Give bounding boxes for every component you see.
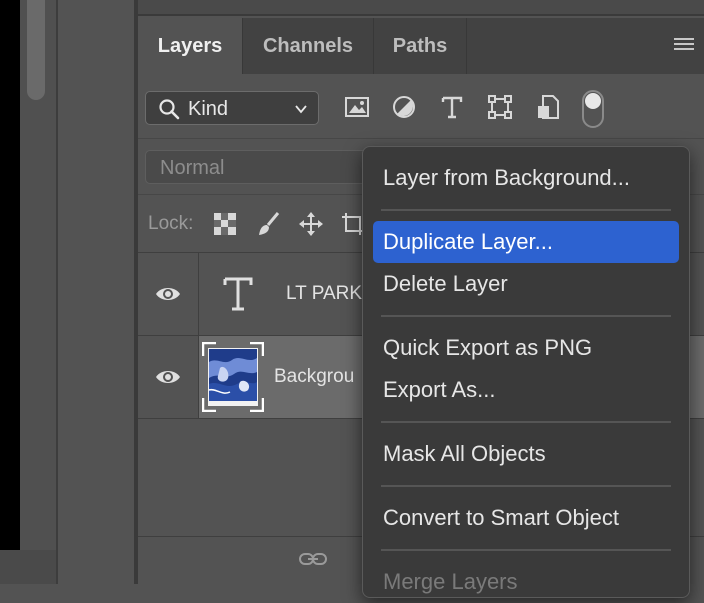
blend-mode-label: Normal [160, 157, 225, 179]
type-filter-icon[interactable] [437, 92, 467, 122]
menu-separator [381, 421, 671, 423]
menu-separator [381, 209, 671, 211]
status-area [0, 550, 56, 584]
lock-transparent-pixels-icon[interactable] [212, 211, 238, 237]
adjustment-filter-icon[interactable] [389, 92, 419, 122]
layer-thumbnail[interactable] [202, 342, 264, 412]
panel-gutter [58, 0, 134, 584]
search-icon [159, 99, 180, 120]
layer-name[interactable]: LT PARK [286, 253, 362, 335]
layer-filter-row: Kind [138, 74, 704, 138]
smart-object-filter-icon[interactable] [533, 92, 563, 122]
lock-label: Lock: [148, 213, 194, 234]
tab-paths[interactable]: Paths [374, 18, 466, 74]
chevron-down-icon [295, 105, 307, 114]
panel-menu-icon[interactable] [674, 38, 694, 52]
layer-context-menu: Layer from Background... Duplicate Layer… [362, 146, 690, 598]
image-filter-icon[interactable] [342, 92, 372, 122]
tab-separator [466, 18, 467, 74]
lock-position-icon[interactable] [298, 211, 324, 237]
canvas-edge [0, 0, 20, 584]
menu-item-quick-export-png[interactable]: Quick Export as PNG [373, 327, 679, 369]
menu-item-delete-layer[interactable]: Delete Layer [373, 263, 679, 305]
eye-icon[interactable] [155, 283, 181, 305]
menu-item-duplicate-layer[interactable]: Duplicate Layer... [373, 221, 679, 263]
menu-item-layer-from-background[interactable]: Layer from Background... [373, 157, 679, 199]
lock-image-pixels-icon[interactable] [256, 211, 282, 237]
scrollbar-thumb[interactable] [27, 0, 45, 100]
visibility-cell[interactable] [138, 336, 199, 418]
toggle-knob [585, 93, 601, 109]
menu-separator [381, 485, 671, 487]
menu-item-merge-layers: Merge Layers [383, 569, 518, 594]
shape-filter-icon[interactable] [485, 92, 515, 122]
visibility-cell[interactable] [138, 253, 199, 335]
menu-separator [381, 549, 671, 551]
menu-separator [381, 315, 671, 317]
panel-dock-header [138, 0, 704, 16]
filter-kind-select[interactable]: Kind [145, 91, 319, 125]
filter-kind-label: Kind [188, 98, 229, 120]
menu-item-mask-all-objects[interactable]: Mask All Objects [373, 433, 679, 475]
filter-toggle[interactable] [582, 90, 604, 128]
eye-icon[interactable] [155, 366, 181, 388]
link-layers-icon[interactable] [298, 549, 328, 569]
menu-item-convert-to-smart-object[interactable]: Convert to Smart Object [373, 497, 679, 539]
panel-tabs: Layers Channels Paths [138, 18, 704, 74]
text-layer-icon [223, 277, 253, 311]
layer-name[interactable]: Backgrou [274, 336, 354, 418]
menu-item-export-as[interactable]: Export As... [373, 369, 679, 411]
tab-layers[interactable]: Layers [138, 18, 242, 74]
tab-channels[interactable]: Channels [243, 18, 373, 74]
